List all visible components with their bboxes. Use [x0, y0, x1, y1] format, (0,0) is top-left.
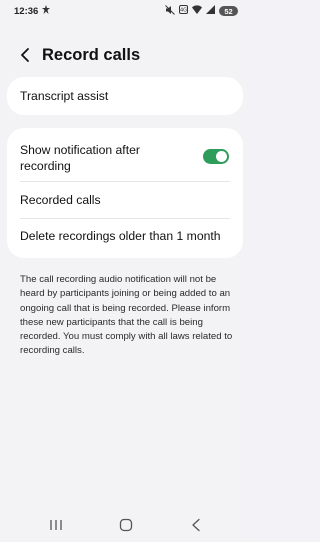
wifi-icon	[192, 5, 202, 17]
show-notification-label: Show notification after recording	[20, 143, 140, 173]
back-arrow-icon	[21, 48, 29, 62]
volte-icon: 4G	[179, 5, 188, 17]
transcript-card: Transcript assist	[7, 77, 243, 115]
status-bar: 12:36 4G 52	[0, 0, 250, 22]
mute-icon	[165, 4, 175, 18]
status-bar-left: 12:36	[14, 5, 51, 17]
status-time: 12:36	[14, 5, 39, 17]
recent-apps-button[interactable]	[46, 516, 66, 534]
battery-icon: 52	[219, 6, 238, 16]
transcript-assist-label: Transcript assist	[20, 89, 109, 103]
transcript-assist-item[interactable]: Transcript assist	[7, 77, 243, 115]
screen: 12:36 4G 52 Record calls Transcript assi…	[0, 0, 250, 542]
recording-settings-card: Show notification after recording Record…	[7, 128, 243, 258]
home-button[interactable]	[116, 516, 136, 534]
nav-back-button[interactable]	[186, 516, 206, 534]
recorded-calls-label: Recorded calls	[20, 193, 101, 207]
home-icon	[119, 518, 133, 532]
status-bar-right: 4G 52	[165, 4, 238, 18]
toggle-knob	[216, 151, 227, 162]
page-title: Record calls	[42, 45, 141, 64]
app-header: Record calls	[0, 40, 250, 70]
svg-text:4G: 4G	[180, 8, 187, 14]
navigation-bar	[0, 510, 250, 540]
show-notification-toggle[interactable]	[203, 149, 229, 164]
delete-recordings-item[interactable]: Delete recordings older than 1 month	[7, 219, 243, 253]
recorded-calls-item[interactable]: Recorded calls	[7, 182, 243, 218]
delete-recordings-label: Delete recordings older than 1 month	[20, 229, 221, 243]
signal-icon	[206, 5, 215, 17]
back-button[interactable]	[10, 40, 40, 70]
recents-icon	[50, 520, 62, 530]
recording-info-text: The call recording audio notification wi…	[20, 274, 233, 357]
nav-back-icon	[192, 518, 200, 532]
notification-icon	[42, 5, 51, 17]
